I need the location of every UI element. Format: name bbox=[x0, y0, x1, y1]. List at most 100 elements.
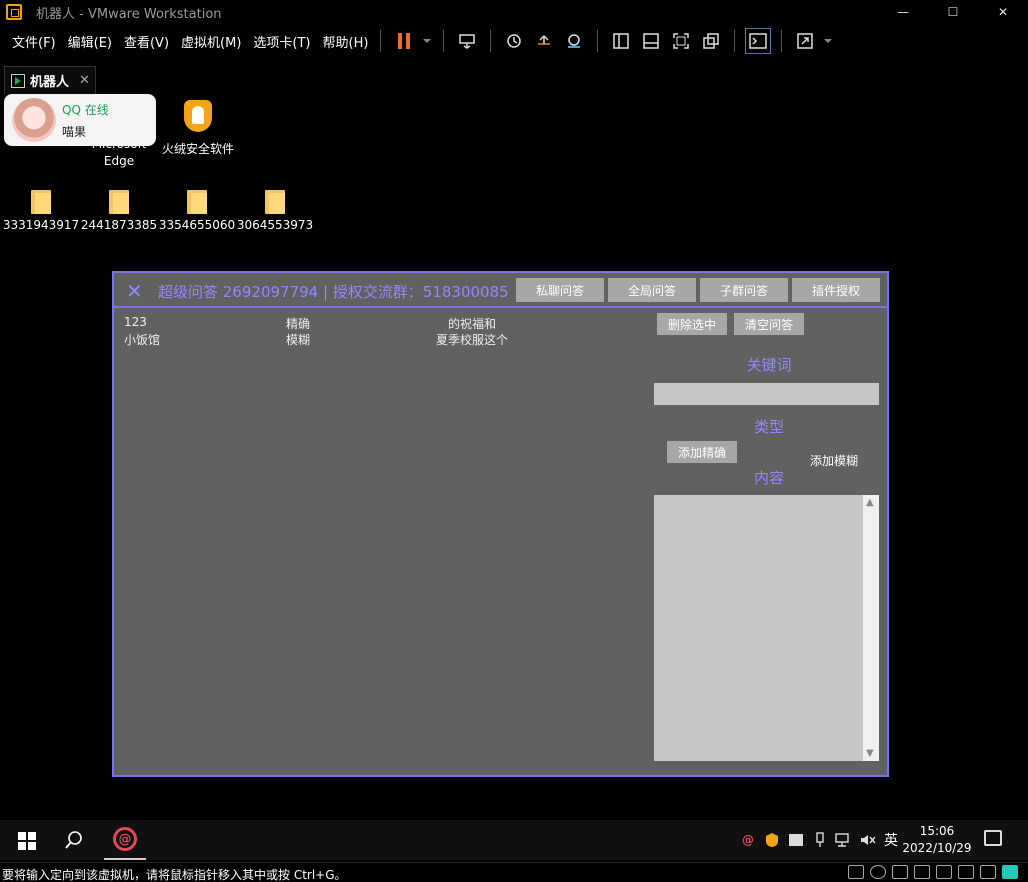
desktop-folder[interactable]: 3354655060 bbox=[158, 190, 236, 232]
list-item[interactable]: 123 精确 的祝福和 bbox=[124, 315, 644, 331]
vmware-tools-icon[interactable] bbox=[786, 830, 806, 850]
clock-date: 2022/10/29 bbox=[902, 841, 972, 855]
qa-bot-window: ✕ 超级问答 2692097794 | 授权交流群：518300085 私聊问答… bbox=[112, 271, 889, 777]
menu-tabs[interactable]: 选项卡(T) bbox=[253, 32, 310, 51]
folder-label: 3331943917 bbox=[2, 218, 80, 232]
folder-icon bbox=[109, 190, 129, 214]
network-icon[interactable] bbox=[834, 830, 854, 850]
sidebar-toggle-icon[interactable] bbox=[608, 28, 634, 54]
huorong-icon bbox=[184, 100, 212, 132]
qq-taskbar-button[interactable]: @ bbox=[104, 820, 146, 860]
folder-icon bbox=[187, 190, 207, 214]
folder-label: 3354655060 bbox=[158, 218, 236, 232]
system-tray: @ 英 bbox=[736, 820, 898, 860]
tab-label: 机器人 bbox=[30, 75, 70, 90]
windows-start-icon[interactable] bbox=[18, 832, 36, 850]
vm-running-icon bbox=[11, 73, 25, 88]
network-adapter-icon[interactable] bbox=[892, 865, 908, 879]
window-controls: — ☐ ✕ bbox=[878, 0, 1028, 24]
keyword-input[interactable] bbox=[654, 383, 879, 405]
keyword-label: 关键词 bbox=[746, 356, 792, 374]
hard-disk-icon[interactable] bbox=[848, 865, 864, 879]
minimize-button[interactable]: — bbox=[878, 0, 928, 24]
tab-close-icon[interactable]: ✕ bbox=[79, 73, 90, 88]
cd-drive-icon[interactable] bbox=[870, 865, 886, 879]
scroll-up-icon[interactable]: ▲ bbox=[866, 497, 874, 508]
qa-list[interactable]: 123 精确 的祝福和 小饭馆 模糊 夏季校服这个 bbox=[124, 315, 644, 347]
bot-header: ✕ 超级问答 2692097794 | 授权交流群：518300085 私聊问答… bbox=[114, 273, 887, 308]
bot-title: 超级问答 2692097794 | 授权交流群：518300085 bbox=[158, 283, 509, 301]
menu-file[interactable]: 文件(F) bbox=[12, 32, 56, 51]
guest-taskbar: @ @ 英 15:06 2022/10/29 bbox=[0, 820, 1028, 860]
toolbar-divider bbox=[443, 30, 445, 52]
usb-icon[interactable] bbox=[810, 830, 830, 850]
sound-card-icon[interactable] bbox=[958, 865, 974, 879]
console-view-icon[interactable] bbox=[745, 28, 772, 54]
ime-indicator[interactable]: 英 bbox=[884, 830, 898, 850]
scroll-down-icon[interactable]: ▼ bbox=[866, 748, 874, 759]
qq-tray-icon[interactable]: @ bbox=[738, 830, 758, 850]
clock-time: 15:06 bbox=[919, 824, 955, 838]
qq-online-popup[interactable]: QQ 在线 喵果 bbox=[4, 94, 156, 146]
close-icon[interactable]: ✕ bbox=[126, 279, 143, 303]
tab-private-qa[interactable]: 私聊问答 bbox=[516, 278, 604, 302]
send-keys-icon[interactable] bbox=[454, 28, 480, 54]
toolbar-divider bbox=[781, 30, 783, 52]
fullscreen-icon[interactable] bbox=[668, 28, 694, 54]
avatar bbox=[12, 98, 56, 142]
qa-type: 模糊 bbox=[286, 333, 311, 347]
revert-snapshot-icon[interactable] bbox=[531, 28, 557, 54]
maximize-button[interactable]: ☐ bbox=[928, 0, 978, 24]
clock[interactable]: 15:06 2022/10/29 bbox=[900, 823, 974, 857]
add-exact-button[interactable]: 添加精确 bbox=[667, 441, 737, 463]
guest-desktop: Microsoft Edge 火绒安全软件 QQ 在线 喵果 333194391… bbox=[0, 94, 1028, 820]
notification-icon[interactable] bbox=[984, 830, 1002, 846]
desktop-folder[interactable]: 3064553973 bbox=[236, 190, 314, 232]
tab-vm[interactable]: 机器人 ✕ bbox=[4, 66, 96, 94]
scrollbar[interactable]: ▲ ▼ bbox=[863, 495, 879, 761]
usb-device-icon[interactable] bbox=[914, 865, 930, 879]
chevron-down-icon[interactable] bbox=[421, 28, 433, 54]
pause-icon[interactable] bbox=[391, 28, 417, 54]
menu-vm[interactable]: 虚拟机(M) bbox=[181, 32, 241, 51]
qa-content: 夏季校服这个 bbox=[436, 333, 509, 347]
menu-toolbar: 文件(F) 编辑(E) 查看(V) 虚拟机(M) 选项卡(T) 帮助(H) bbox=[0, 26, 1028, 56]
message-log-icon[interactable] bbox=[1002, 865, 1018, 879]
clear-qa-button[interactable]: 清空问答 bbox=[734, 313, 804, 335]
close-window-button[interactable]: ✕ bbox=[978, 0, 1028, 24]
list-item[interactable]: 小饭馆 模糊 夏季校服这个 bbox=[124, 331, 644, 347]
desktop-icon-huorong[interactable]: 火绒安全软件 bbox=[158, 100, 238, 157]
chevron-down-icon[interactable] bbox=[822, 28, 834, 54]
qq-status: QQ 在线 bbox=[62, 103, 109, 117]
delete-selected-button[interactable]: 删除选中 bbox=[657, 313, 727, 335]
desktop-folder[interactable]: 2441873385 bbox=[80, 190, 158, 232]
menu-view[interactable]: 查看(V) bbox=[124, 32, 169, 51]
menu-edit[interactable]: 编辑(E) bbox=[68, 32, 112, 51]
tab-global-qa[interactable]: 全局问答 bbox=[608, 278, 696, 302]
vmware-titlebar: 机器人 - VMware Workstation — ☐ ✕ bbox=[0, 0, 1028, 24]
content-label: 内容 bbox=[753, 469, 784, 487]
device-icons bbox=[842, 865, 1018, 879]
content-textarea[interactable]: ▲ ▼ bbox=[654, 495, 879, 761]
volume-muted-icon[interactable] bbox=[858, 830, 878, 850]
vmware-app-icon bbox=[6, 4, 22, 20]
toolbar-divider bbox=[597, 30, 599, 52]
folder-icon bbox=[31, 190, 51, 214]
tab-subgroup-qa[interactable]: 子群问答 bbox=[700, 278, 788, 302]
thumbnail-bar-icon[interactable] bbox=[638, 28, 664, 54]
snapshot-icon[interactable] bbox=[501, 28, 527, 54]
menu-help[interactable]: 帮助(H) bbox=[323, 32, 369, 51]
folder-label: 2441873385 bbox=[80, 218, 158, 232]
unity-icon[interactable] bbox=[698, 28, 724, 54]
tab-plugin-auth[interactable]: 插件授权 bbox=[792, 278, 880, 302]
display-icon[interactable] bbox=[980, 865, 996, 879]
snapshot-manager-icon[interactable] bbox=[561, 28, 587, 54]
huorong-tray-icon[interactable] bbox=[762, 830, 782, 850]
stretch-guest-icon[interactable] bbox=[792, 28, 818, 54]
desktop-icon-label: 火绒安全软件 bbox=[161, 142, 234, 156]
toolbar-divider bbox=[490, 30, 492, 52]
folder-label: 3064553973 bbox=[236, 218, 314, 232]
search-icon[interactable] bbox=[64, 830, 84, 853]
printer-icon[interactable] bbox=[936, 865, 952, 879]
desktop-folder[interactable]: 3331943917 bbox=[2, 190, 80, 232]
